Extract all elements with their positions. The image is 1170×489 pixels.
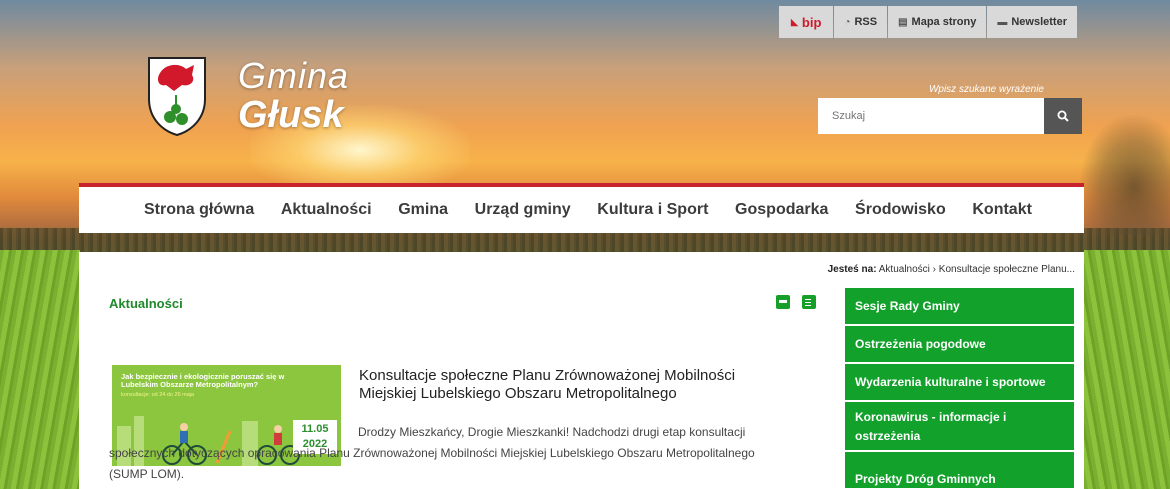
rss-icon: ◔ (844, 16, 851, 28)
background-grass-right (1084, 250, 1170, 489)
newsletter-label: Newsletter (1011, 16, 1067, 28)
breadcrumb: Jesteś na: Aktualności › Konsultacje spo… (828, 264, 1075, 275)
main-nav: Strona główna Aktualności Gmina Urząd gm… (79, 183, 1084, 233)
nav-item-contact[interactable]: Kontakt (972, 201, 1032, 219)
sidebar-item-road-projects[interactable]: Projekty Dróg Gminnych (845, 452, 1074, 488)
top-utility-bar: ◣ bip ◔ RSS ▤ Mapa strony ▬ Newsletter (778, 6, 1077, 38)
nav-item-news[interactable]: Aktualności (281, 201, 372, 219)
rss-link[interactable]: ◔ RSS (834, 6, 888, 38)
document-icon[interactable] (802, 295, 816, 309)
newsletter-icon: ▬ (997, 16, 1008, 28)
sidebar-item-weather-warnings[interactable]: Ostrzeżenia pogodowe (845, 326, 1074, 362)
page-title: Aktualności (109, 296, 183, 311)
nav-item-home[interactable]: Strona główna (144, 201, 254, 219)
coat-of-arms-icon (148, 57, 206, 137)
search-button[interactable] (1044, 98, 1082, 134)
thumbnail-subtitle: konsultacje: od 24 do 26 maja (121, 392, 195, 398)
nav-item-gmina[interactable]: Gmina (398, 201, 448, 219)
bip-label: bip (801, 14, 822, 30)
newsletter-link[interactable]: ▬ Newsletter (987, 6, 1077, 38)
rss-label: RSS (854, 16, 878, 28)
logo-line-gmina: Gmina (238, 55, 350, 96)
sidebar-item-coronavirus[interactable]: Koronawirus - informacje i ostrzeżenia (845, 402, 1074, 450)
search-form (818, 98, 1082, 134)
sidebar-menu: Sesje Rady Gminy Ostrzeżenia pogodowe Wy… (845, 288, 1074, 489)
sidebar-item-culture-sport-events[interactable]: Wydarzenia kulturalne i sportowe (845, 364, 1074, 400)
site-logo[interactable]: Gmina Głusk (146, 55, 349, 137)
search-input[interactable] (818, 98, 1044, 134)
background-grass-left (0, 250, 80, 489)
nav-item-economy[interactable]: Gospodarka (735, 201, 828, 219)
article-excerpt: Drodzy Mieszkańcy, Drogie Mieszkanki! Na… (109, 425, 755, 481)
bip-link[interactable]: ◣ bip (779, 6, 834, 38)
sidebar-item-council-sessions[interactable]: Sesje Rady Gminy (845, 288, 1074, 324)
sitemap-label: Mapa strony (911, 16, 977, 28)
breadcrumb-path[interactable]: Aktualności › Konsultacje społeczne Plan… (879, 264, 1075, 275)
logo-line-glusk: Głusk (238, 94, 344, 136)
nav-item-environment[interactable]: Środowisko (855, 201, 946, 219)
logo-text: Gmina Głusk (238, 55, 350, 136)
sitemap-link[interactable]: ▤ Mapa strony (888, 6, 987, 38)
sitemap-icon: ▤ (898, 16, 908, 28)
article-title-link[interactable]: Konsultacje społeczne Planu Zrównoważone… (359, 367, 779, 403)
nav-item-culture-sport[interactable]: Kultura i Sport (597, 201, 708, 219)
search-icon (1057, 110, 1069, 122)
content-panel: Jesteś na: Aktualności › Konsultacje spo… (79, 252, 1084, 489)
print-icon[interactable] (776, 295, 790, 309)
nav-item-office[interactable]: Urząd gminy (475, 201, 571, 219)
search-hint: Wpisz szukane wyrażenie (928, 84, 1044, 95)
thumbnail-headline: Jak bezpiecznie i ekologicznie poruszać … (121, 372, 285, 390)
bip-icon: ◣ (791, 16, 798, 27)
breadcrumb-prefix: Jesteś na: (827, 264, 877, 275)
page-tools (776, 295, 816, 309)
background-tree (1080, 115, 1170, 235)
